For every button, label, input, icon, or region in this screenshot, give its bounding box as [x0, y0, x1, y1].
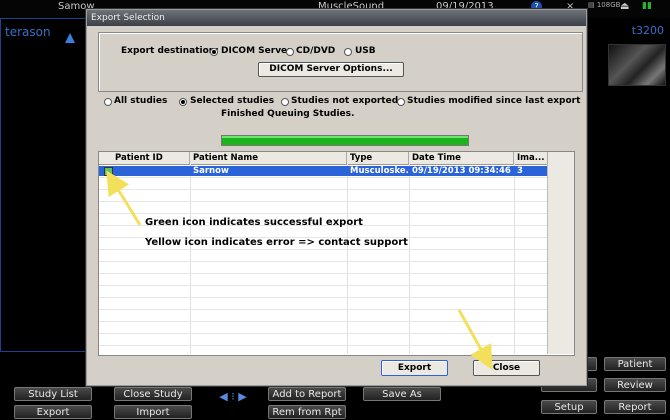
- annotation-arrows: [106, 170, 493, 370]
- arrow-to-close-button: [457, 309, 493, 370]
- arrow-to-status-icon: [106, 170, 142, 226]
